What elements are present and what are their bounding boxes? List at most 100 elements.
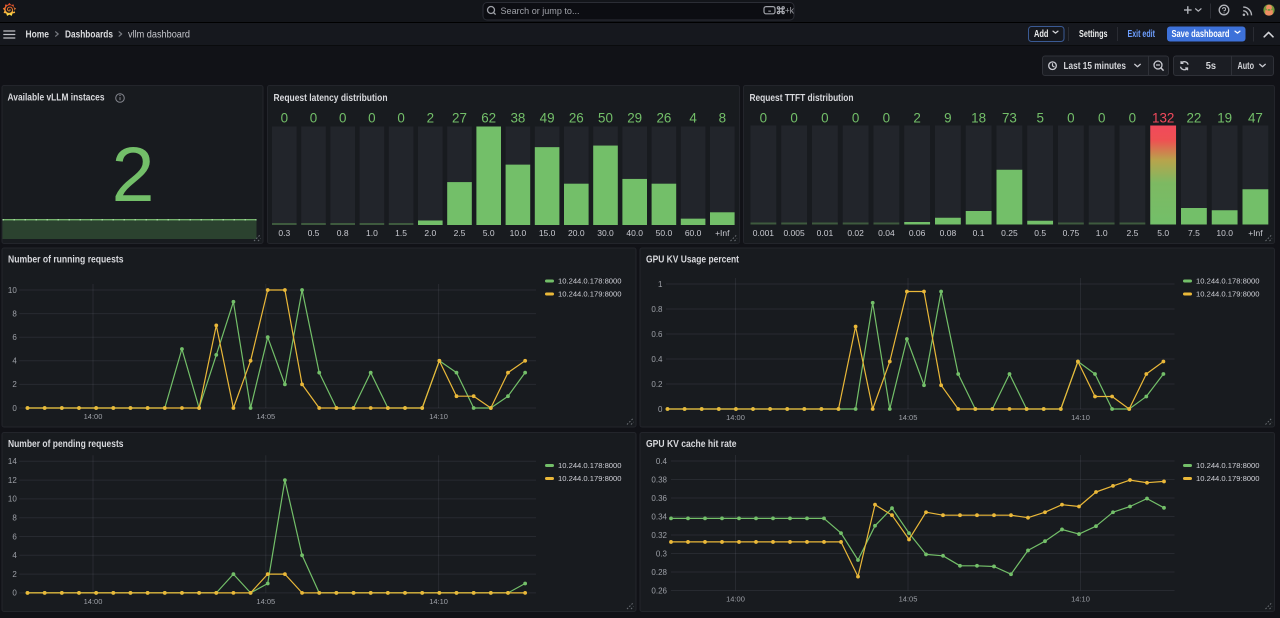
svg-text:0: 0 <box>339 111 346 126</box>
svg-text:0.6: 0.6 <box>651 330 663 339</box>
svg-text:62: 62 <box>481 111 496 126</box>
svg-text:14:00: 14:00 <box>726 595 745 604</box>
svg-text:0: 0 <box>1067 111 1074 126</box>
svg-text:14:05: 14:05 <box>899 595 918 604</box>
svg-text:GPU KV Usage percent: GPU KV Usage percent <box>646 255 740 266</box>
svg-text:5s: 5s <box>1206 61 1217 72</box>
svg-text:1.0: 1.0 <box>1096 228 1108 238</box>
svg-text:2: 2 <box>112 132 155 218</box>
svg-text:0.36: 0.36 <box>651 494 667 503</box>
svg-text:26: 26 <box>569 111 584 126</box>
svg-text:6: 6 <box>12 532 17 541</box>
svg-text:14:00: 14:00 <box>84 412 103 421</box>
svg-text:Home: Home <box>26 29 50 41</box>
svg-text:Number of running requests: Number of running requests <box>8 255 124 266</box>
svg-text:0.3: 0.3 <box>278 228 290 238</box>
svg-text:26: 26 <box>656 111 671 126</box>
svg-text:10.244.0.179:8000: 10.244.0.179:8000 <box>1196 476 1260 483</box>
svg-text:Save dashboard: Save dashboard <box>1172 29 1230 40</box>
svg-text:0.8: 0.8 <box>337 228 349 238</box>
svg-text:10.244.0.179:8000: 10.244.0.179:8000 <box>558 292 622 299</box>
svg-text:0.26: 0.26 <box>651 586 667 595</box>
svg-text:0.34: 0.34 <box>651 512 667 521</box>
svg-text:60.0: 60.0 <box>685 228 702 238</box>
svg-text:19: 19 <box>1217 111 1232 126</box>
svg-text:14:10: 14:10 <box>1071 413 1090 422</box>
svg-text:0.38: 0.38 <box>651 475 667 484</box>
svg-text:49: 49 <box>540 111 555 126</box>
svg-text:14: 14 <box>8 457 17 466</box>
svg-text:0.08: 0.08 <box>940 228 957 238</box>
svg-text:0.8: 0.8 <box>651 305 663 314</box>
svg-text:0.5: 0.5 <box>308 228 320 238</box>
svg-text:vllm dashboard: vllm dashboard <box>128 29 190 41</box>
svg-text:10.244.0.178:8000: 10.244.0.178:8000 <box>558 463 622 470</box>
svg-text:Exit edit: Exit edit <box>1128 29 1156 40</box>
svg-text:10.0: 10.0 <box>1216 228 1233 238</box>
svg-text:9: 9 <box>944 111 951 126</box>
svg-text:0.01: 0.01 <box>817 228 834 238</box>
svg-text:22: 22 <box>1186 111 1201 126</box>
svg-text:0: 0 <box>1098 111 1105 126</box>
svg-text:0: 0 <box>883 111 890 126</box>
svg-text:4: 4 <box>12 357 17 366</box>
svg-text:2: 2 <box>427 111 434 126</box>
svg-text:1.0: 1.0 <box>366 228 378 238</box>
svg-text:10.244.0.178:8000: 10.244.0.178:8000 <box>1196 463 1260 470</box>
svg-text:Auto: Auto <box>1238 61 1255 72</box>
svg-text:2: 2 <box>12 380 17 389</box>
svg-text:5.0: 5.0 <box>1157 228 1169 238</box>
svg-text:14:05: 14:05 <box>899 413 918 422</box>
svg-text:15.0: 15.0 <box>539 228 556 238</box>
svg-text:73: 73 <box>1002 111 1017 126</box>
svg-text:0.06: 0.06 <box>909 228 926 238</box>
svg-text:4: 4 <box>689 111 697 126</box>
svg-text:14:10: 14:10 <box>1071 595 1090 604</box>
svg-text:2: 2 <box>913 111 920 126</box>
svg-text:10.244.0.178:8000: 10.244.0.178:8000 <box>1196 279 1260 286</box>
svg-text:+Inf: +Inf <box>1248 228 1263 238</box>
svg-text:10.244.0.179:8000: 10.244.0.179:8000 <box>1196 292 1260 299</box>
svg-text:30.0: 30.0 <box>597 228 614 238</box>
svg-text:47: 47 <box>1248 111 1263 126</box>
svg-text:20.0: 20.0 <box>568 228 585 238</box>
svg-text:2.5: 2.5 <box>1126 228 1138 238</box>
svg-text:5: 5 <box>1036 111 1043 126</box>
svg-text:0: 0 <box>310 111 317 126</box>
svg-text:14:10: 14:10 <box>429 412 448 421</box>
svg-text:0.04: 0.04 <box>878 228 895 238</box>
svg-text:14:00: 14:00 <box>726 413 745 422</box>
svg-text:0.001: 0.001 <box>753 228 775 238</box>
svg-text:Last 15 minutes: Last 15 minutes <box>1064 61 1127 72</box>
svg-text:10: 10 <box>8 495 17 504</box>
svg-text:50: 50 <box>598 111 613 126</box>
svg-text:0.02: 0.02 <box>847 228 864 238</box>
svg-text:0.3: 0.3 <box>656 549 668 558</box>
svg-text:0: 0 <box>821 111 828 126</box>
svg-text:14:10: 14:10 <box>429 597 448 606</box>
svg-text:Request latency distribution: Request latency distribution <box>274 93 388 104</box>
svg-text:Request TTFT distribution: Request TTFT distribution <box>750 93 854 104</box>
svg-text:0.005: 0.005 <box>783 228 805 238</box>
svg-text:0.32: 0.32 <box>651 531 667 540</box>
svg-text:Number of pending requests: Number of pending requests <box>8 439 124 450</box>
svg-text:10: 10 <box>8 286 17 295</box>
svg-text:0.4: 0.4 <box>651 355 663 364</box>
svg-text:5.0: 5.0 <box>483 228 495 238</box>
svg-text:0.1: 0.1 <box>973 228 985 238</box>
svg-text:0: 0 <box>397 111 404 126</box>
svg-text:8: 8 <box>12 514 17 523</box>
svg-text:10.244.0.179:8000: 10.244.0.179:8000 <box>558 476 622 483</box>
svg-text:27: 27 <box>452 111 467 126</box>
svg-text:+Inf: +Inf <box>715 228 730 238</box>
svg-text:0: 0 <box>281 111 288 126</box>
svg-text:2: 2 <box>12 570 17 579</box>
svg-text:10.244.0.178:8000: 10.244.0.178:8000 <box>558 279 622 286</box>
svg-text:6: 6 <box>12 333 17 342</box>
svg-text:0: 0 <box>368 111 375 126</box>
svg-text:0: 0 <box>12 404 17 413</box>
svg-text:0.28: 0.28 <box>651 568 667 577</box>
svg-text:2.0: 2.0 <box>424 228 436 238</box>
svg-text:1: 1 <box>658 280 663 289</box>
svg-text:0.25: 0.25 <box>1001 228 1018 238</box>
